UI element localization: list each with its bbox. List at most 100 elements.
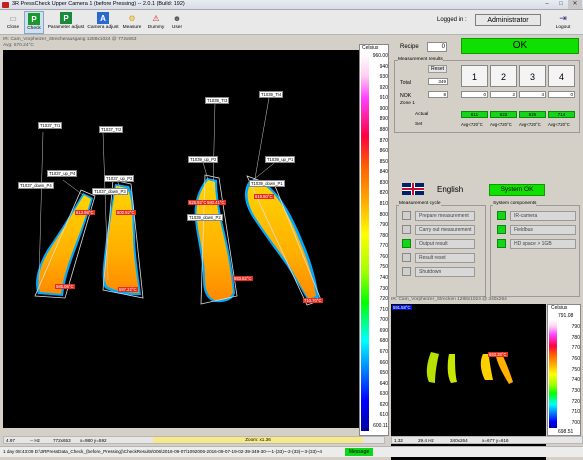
close-door-icon: ▭ — [9, 13, 17, 23]
prepare-measurement-button[interactable]: Prepare measurement — [415, 210, 475, 221]
component-item: HD space > 1GB — [497, 238, 576, 249]
zone-count: 0 — [548, 91, 575, 98]
language-label: English — [437, 185, 464, 194]
scale-tick: 730 — [571, 388, 580, 394]
parameter-icon: P — [60, 12, 72, 24]
scale-tick: 700 — [571, 420, 580, 426]
scale-tick: 680 — [379, 338, 388, 345]
roi-label: T1037_down_P3 — [92, 188, 128, 195]
system-components-title: System components — [493, 201, 537, 206]
scale-tick: 890 — [379, 116, 388, 123]
scale-top: 791.08 — [558, 313, 574, 319]
carry-out-measurement-button[interactable]: Carry out measurement — [415, 224, 475, 235]
logout-icon: ⇥ — [559, 13, 567, 23]
scale-tick: 700 — [379, 317, 388, 324]
camera1-thermal-view[interactable]: T1037_Tr1 T1037_Tr2 T1039_Tr3 T1039_Tr4 … — [3, 50, 359, 428]
scale-tick: 910 — [379, 95, 388, 102]
uk-flag-icon[interactable] — [402, 183, 424, 195]
scale-tick: 610 — [379, 412, 388, 419]
zone-button-3[interactable]: 3 — [519, 65, 546, 87]
maximize-icon[interactable]: □ — [554, 0, 568, 9]
scale-tick: 790 — [571, 324, 580, 330]
close-icon[interactable]: ✕ — [568, 0, 582, 9]
camera-adjust-button[interactable]: A Camera adjust — [87, 11, 119, 34]
recipe-field[interactable]: 0 — [427, 42, 447, 52]
roi-label: T1039_up_P1 — [265, 156, 296, 163]
user-name-field: Administrator — [475, 14, 541, 26]
fieldbus-status: Fieldbus — [510, 224, 576, 235]
coordinate-readout: x=677 y=616 — [482, 438, 509, 443]
minimize-icon[interactable]: – — [540, 0, 554, 9]
warning-icon: ⚠ — [152, 13, 160, 23]
zone1-label: Zone 1 — [400, 101, 415, 106]
roi-label: T1039_down_P2 — [187, 214, 223, 221]
zone-button-1[interactable]: 1 — [461, 65, 488, 87]
scale-tick: 640 — [379, 380, 388, 387]
result-path: 1 day 08:43:09 D:\3RPressData_Check_(bef… — [3, 449, 322, 454]
zone-button-2[interactable]: 2 — [490, 65, 517, 87]
parameter-adjust-button[interactable]: P Parameter adjust — [46, 11, 86, 34]
set-value: Avg<720°C — [519, 122, 541, 127]
camera2-status-bar: 1.32 29.4 Hz 340x264 x=677 y=616 — [391, 436, 583, 444]
set-label: Set — [415, 122, 423, 127]
scale-tick: 940 — [379, 63, 388, 70]
hd-space-status: HD space > 1GB — [510, 238, 576, 249]
roi-label: T1037_up_P3 — [104, 175, 135, 182]
scale-tick: 840 — [379, 169, 388, 176]
measurement-cycle-title: Measurement cycle — [399, 201, 441, 206]
check-button[interactable]: P Check — [24, 11, 44, 34]
logout-button[interactable]: ⇥ Logout — [548, 11, 578, 34]
roi-label: T1037_Tr2 — [99, 126, 124, 133]
result-reset-button[interactable]: Result reset — [415, 252, 475, 263]
scale-tick: 780 — [571, 334, 580, 341]
scale-gradient — [549, 320, 557, 428]
temperature-readout: 593.62°C — [233, 276, 253, 281]
dummy-button[interactable]: ⚠ Dummy — [145, 11, 167, 34]
fps-readout: 4.97 — [6, 438, 15, 443]
total-value: 349 — [428, 78, 448, 85]
scale-tick: 600.11 — [373, 423, 388, 429]
scale-tick: 870 — [379, 137, 388, 144]
actual-value: 622 — [490, 111, 517, 118]
user-button[interactable]: ☻ User — [168, 11, 186, 34]
scale-tick: 750 — [571, 366, 580, 373]
status-indicator — [497, 225, 506, 234]
ir-camera-status: IR-camera — [510, 210, 576, 221]
scale-tick: 930 — [379, 74, 388, 81]
check-icon: P — [28, 13, 40, 25]
scale-unit: Celsius — [551, 305, 568, 311]
measure-button[interactable]: ⚙ Measure — [121, 11, 143, 34]
scale-tick: 920 — [379, 84, 388, 91]
scale-tick: 770 — [379, 243, 388, 250]
roi-label: T1037_up_P4 — [47, 170, 78, 177]
camera1-thermal-image — [34, 97, 322, 306]
shutdown-button[interactable]: Shutdown — [415, 266, 475, 277]
output-result-button[interactable]: Output result — [415, 238, 475, 249]
roi-label: T1039_Tr4 — [259, 91, 284, 98]
scale-tick: 620 — [379, 401, 388, 408]
camera1-color-scale: Celsius 960.00 940 930 920 910 900 890 880 870 86… — [359, 44, 389, 436]
nok-label: NOK — [400, 93, 412, 99]
scale-tick: 660 — [379, 359, 388, 366]
cycle-item: Shutdown — [402, 266, 475, 277]
zone-button-4[interactable]: 4 — [548, 65, 575, 87]
scale-tick: 820 — [379, 190, 388, 197]
reset-button[interactable]: Reset — [428, 65, 448, 73]
camera2-thermal-image — [426, 352, 513, 384]
scale-tick: 960.00 — [372, 53, 388, 59]
scale-tick: 710 — [571, 409, 580, 416]
status-indicator — [402, 253, 411, 262]
close-button[interactable]: ▭ Close — [4, 11, 22, 34]
message-badge[interactable]: Message — [345, 448, 373, 456]
actual-value: 611 — [461, 111, 488, 118]
set-value: Avg<720°C — [461, 122, 483, 127]
roi-label: T1037_Tr1 — [38, 122, 63, 129]
zone-count: 0 — [461, 91, 488, 98]
fps-readout: 1.32 — [394, 438, 403, 443]
roi-label: T1039_Tr3 — [205, 97, 230, 104]
temperature-readout: 591.58°C — [392, 305, 412, 310]
temperature-readout: 585.06°C — [55, 284, 75, 289]
recipe-label: Recipe — [400, 44, 419, 50]
scale-tick: 900 — [379, 105, 388, 112]
scale-bottom: 698.51 — [558, 429, 574, 435]
